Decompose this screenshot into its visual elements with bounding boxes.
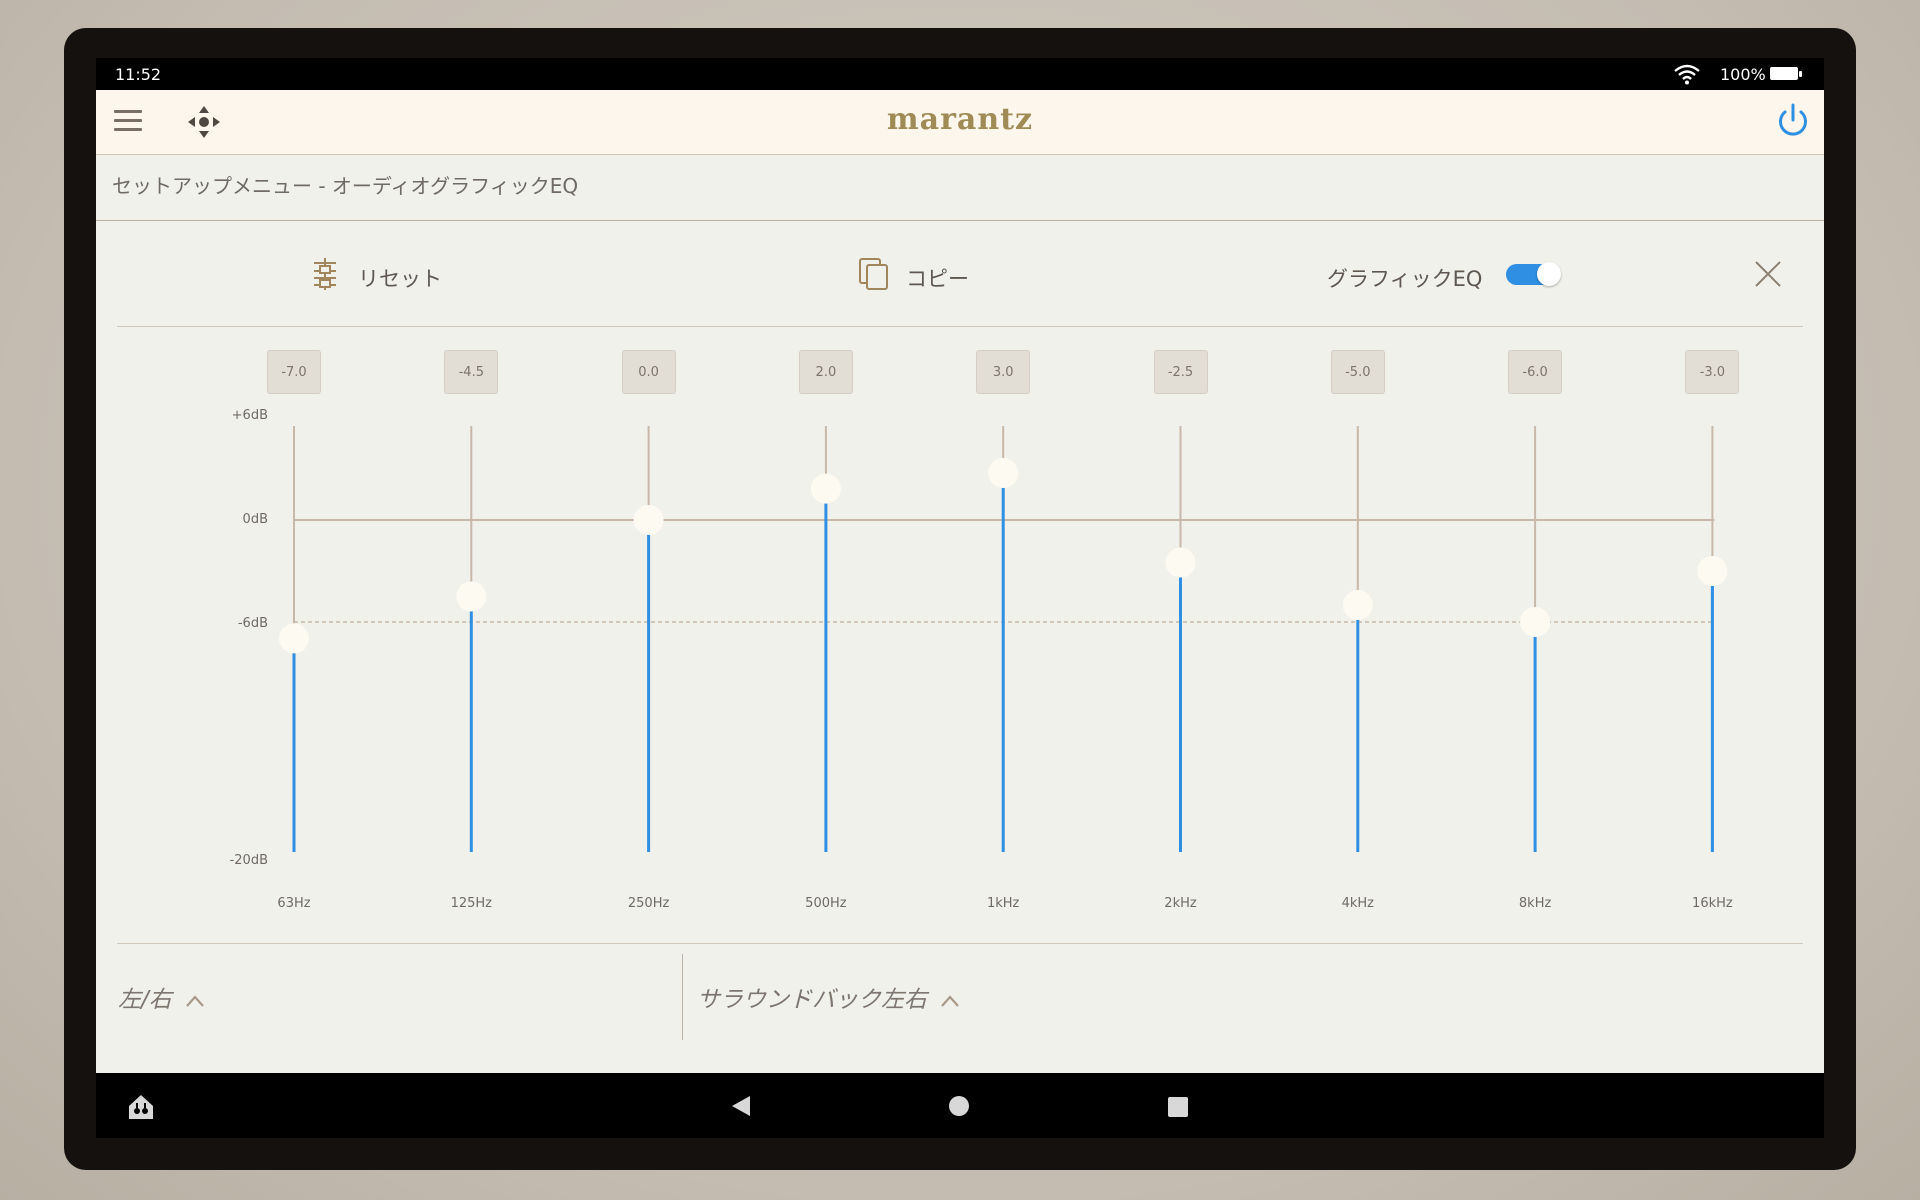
chevron-up-icon <box>941 994 960 1007</box>
band-frequency-label: 63Hz <box>277 896 311 911</box>
slider-thumb[interactable] <box>1520 607 1551 637</box>
band-value-chip[interactable]: 2.0 <box>798 350 853 394</box>
slider-thumb[interactable] <box>1697 556 1728 586</box>
slider-thumb[interactable] <box>279 623 309 654</box>
slider-thumb[interactable] <box>810 473 841 504</box>
band-frequency-label: 4kHz <box>1341 896 1374 911</box>
app-screen: 11:52 100% marantz セットアップメニュー - オーディオグラフ… <box>96 58 1824 1138</box>
recents-icon[interactable] <box>1168 1097 1188 1117</box>
slider-thumb[interactable] <box>1342 590 1373 620</box>
band-frequency-label: 1kHz <box>986 896 1020 911</box>
band-value-chip[interactable]: -2.5 <box>1153 350 1208 394</box>
back-icon[interactable] <box>730 1095 752 1117</box>
slider-thumb[interactable] <box>456 581 487 612</box>
band-value-chip[interactable]: -6.0 <box>1508 350 1563 394</box>
channel-tab-label: 左/右 <box>118 987 172 1013</box>
system-nav-bar <box>96 1073 1824 1138</box>
divider <box>682 954 683 1040</box>
eq-panel: +6dB 0dB -6dB -20dB -7.0 63Hz -4.5 125Hz 0.0… <box>96 58 1824 1138</box>
divider <box>117 943 1803 944</box>
band-value-chip[interactable]: 3.0 <box>976 350 1031 394</box>
band-frequency-label: 8kHz <box>1518 896 1552 911</box>
band-value-chip[interactable]: -5.0 <box>1330 350 1385 394</box>
band-frequency-label: 2kHz <box>1164 896 1197 911</box>
home-icon[interactable] <box>949 1096 969 1116</box>
slider-thumb[interactable] <box>633 505 664 535</box>
band-frequency-label: 500Hz <box>805 896 847 911</box>
slider-thumb[interactable] <box>988 458 1019 488</box>
eq-sliders <box>279 426 1728 852</box>
band-frequency-label: 250Hz <box>627 896 670 911</box>
band-value-chip[interactable]: -4.5 <box>444 350 499 394</box>
band-value-chip[interactable]: -3.0 <box>1685 350 1740 394</box>
band-frequency-label: 16kHz <box>1692 896 1733 911</box>
band-value-chip[interactable]: 0.0 <box>621 350 676 394</box>
channel-tab-surround-back[interactable]: サラウンドバック左右 <box>697 980 960 1014</box>
channel-tab-front-lr[interactable]: 左/右 <box>118 980 205 1014</box>
chevron-up-icon <box>186 994 204 1007</box>
channel-tab-label: サラウンドバック左右 <box>697 987 927 1013</box>
band-frequency-label: 125Hz <box>450 896 492 911</box>
band-value-chip[interactable]: -7.0 <box>267 350 321 394</box>
slider-thumb[interactable] <box>1165 547 1196 578</box>
app-home-icon[interactable] <box>126 1093 156 1121</box>
